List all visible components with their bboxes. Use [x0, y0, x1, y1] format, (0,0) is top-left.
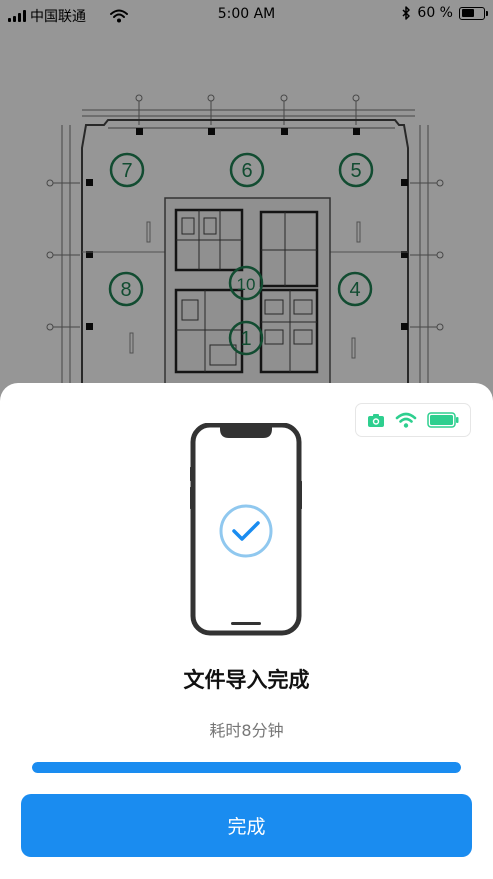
status-bar: 中国联通 5:00 AM 60 % — [0, 0, 493, 30]
check-circle — [219, 504, 273, 558]
camera-icon — [368, 413, 384, 427]
import-progress-bar — [32, 762, 461, 773]
device-status-panel — [355, 403, 471, 437]
import-complete-sheet: 文件导入完成 耗时8分钟 完成 — [0, 383, 493, 879]
import-complete-title: 文件导入完成 — [183, 668, 310, 692]
progress-fill — [32, 762, 461, 773]
phone-illustration — [190, 423, 302, 636]
elapsed-time-label: 耗时8分钟 — [209, 721, 284, 740]
battery-icon — [427, 412, 459, 428]
wifi-icon — [395, 412, 417, 428]
battery-icon — [459, 6, 488, 20]
done-button[interactable]: 完成 — [21, 794, 472, 857]
bluetooth-icon — [402, 6, 411, 20]
battery-percent: 60 % — [417, 5, 453, 21]
